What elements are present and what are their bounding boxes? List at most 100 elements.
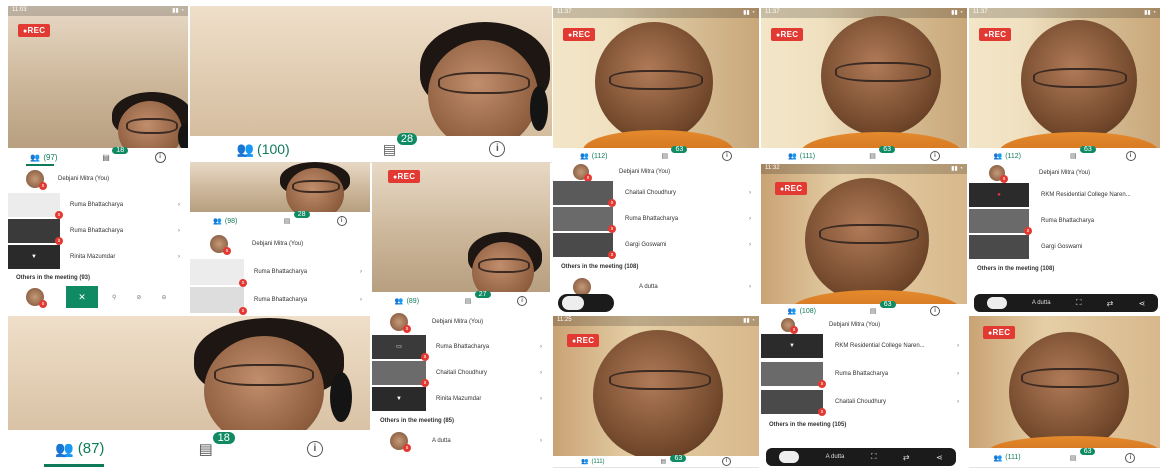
participants-tab[interactable]: 👥 (108) [788, 307, 816, 316]
participants-tab[interactable]: 👥 (111) [581, 458, 605, 466]
muted-mic-icon: s [403, 444, 411, 452]
switch-camera-icon[interactable]: ⇄ [1107, 299, 1114, 308]
fit-screen-icon[interactable]: ⛶ [1076, 298, 1082, 308]
video-tile: ▼ [372, 387, 426, 411]
chevron-right-icon: › [540, 438, 542, 444]
toggle-knob[interactable] [779, 451, 800, 463]
participant-list-s3: s Debjani Mitra (You) s Ruma Bhattachary… [190, 230, 370, 315]
list-item[interactable]: Gargi Goswami [969, 234, 1160, 260]
participants-tab[interactable]: 👥 (111) [788, 152, 815, 161]
list-item[interactable]: s ✕ ⚲ ⊘ ⊖ [8, 286, 188, 308]
video-tile: ● [969, 183, 1029, 207]
info-icon[interactable]: i [722, 457, 732, 466]
participants-tab[interactable]: 👥 (112) [993, 152, 1021, 161]
participants-tab[interactable]: 👥 (87) [55, 440, 104, 458]
participant-list-s8: s Debjani Mitra (You) ▼ RKM Residential … [761, 318, 967, 448]
list-item[interactable]: s Chaitali Choudhury › [761, 388, 967, 416]
chat-tab[interactable]: ▤ 63 [1070, 146, 1096, 160]
participant-name: Ruma Bhattacharya [625, 216, 679, 222]
chat-badge: 63 [879, 301, 896, 308]
list-item[interactable]: s Debjani Mitra (You) [761, 318, 967, 334]
list-item[interactable]: s Ruma Bhattacharya › [553, 206, 759, 233]
chat-tab[interactable]: ▤ 63 [869, 146, 895, 160]
rec-badge: REC [18, 24, 51, 37]
info-icon[interactable]: i [306, 440, 323, 457]
video-tile: s [8, 219, 63, 245]
participants-tab[interactable]: 👥 (100) [237, 141, 290, 158]
share-icon[interactable]: ⋖ [1139, 299, 1146, 308]
participants-tab[interactable]: 👥 (112) [580, 152, 608, 161]
list-item[interactable]: s Ruma Bhattacharya › [8, 192, 188, 219]
list-item[interactable]: s Chaitali Choudhury › [553, 180, 759, 207]
chat-tab[interactable]: ▤ 27 [465, 291, 491, 305]
glasses [292, 180, 340, 193]
participants-tab[interactable]: 👥 (98) [213, 217, 237, 226]
chevron-right-icon: › [749, 190, 751, 196]
list-item[interactable]: s Ruma Bhattacharya [969, 208, 1160, 235]
list-item[interactable]: ▼ Rinita Mazumdar › [8, 244, 188, 270]
toggle-knob[interactable] [986, 297, 1007, 309]
list-item[interactable]: s Ruma Bhattacharya › [761, 360, 967, 388]
chat-tab[interactable]: ▤ 63 [660, 455, 687, 465]
list-item[interactable]: ● RKM Residential College Naren... [969, 182, 1160, 208]
list-item[interactable]: ▭ s Ruma Bhattacharya › [372, 334, 550, 361]
minus-icon[interactable]: ⊖ [161, 294, 166, 301]
list-item[interactable]: ▼ RKM Residential College Naren... › [761, 332, 967, 360]
chat-icon: ▤ [283, 218, 291, 225]
info-icon[interactable]: i [929, 151, 940, 161]
chat-tab[interactable]: ▤ 28 [383, 132, 418, 158]
switch-camera-icon[interactable]: ⇄ [903, 453, 910, 462]
chevron-right-icon: › [749, 284, 751, 290]
others-heading: Others in the meeting (105) [769, 422, 847, 428]
participant-name: Gargi Goswami [1041, 244, 1083, 250]
info-icon[interactable]: i [930, 306, 941, 316]
info-icon[interactable]: i [722, 151, 733, 161]
others-heading: Others in the meeting (108) [977, 266, 1055, 272]
participant-list-s5: s Debjani Mitra (You) s Chaitali Choudhu… [553, 164, 759, 314]
info-icon[interactable]: i [1125, 452, 1136, 463]
list-item[interactable]: s Ruma Bhattacharya › [8, 218, 188, 245]
participants-icon: 👥 [788, 153, 797, 160]
chat-tab[interactable]: ▤ 28 [283, 211, 310, 225]
chat-badge: 18 [112, 146, 129, 154]
video-feed-s5: 11:37▮▮ ◔ REC [553, 8, 759, 148]
info-icon[interactable]: i [1125, 151, 1136, 161]
participants-tab[interactable]: 👥 (111) [994, 454, 1021, 462]
list-item[interactable]: s Gargi Goswami › [553, 232, 759, 259]
rec-badge: REC [388, 170, 421, 183]
list-item[interactable]: s Debjani Mitra (You) [190, 230, 370, 258]
participants-bar-s5: 👥 (112) ▤ 63 i [553, 146, 759, 165]
info-icon[interactable]: i [517, 296, 528, 306]
list-item[interactable]: s Debjani Mitra (You) [8, 166, 188, 192]
info-icon[interactable]: i [154, 151, 166, 163]
chat-tab[interactable]: ▤ 63 [1070, 447, 1096, 462]
list-item[interactable]: s Debjani Mitra (You) [969, 164, 1160, 183]
participants-bar-s8: 👥 (108) ▤ 63 i [761, 301, 967, 319]
share-icon[interactable]: ⋖ [936, 453, 943, 462]
status-bar: 11:37 ▮▮ ◔ [553, 8, 759, 18]
fit-screen-icon[interactable]: ⛶ [871, 452, 877, 462]
remove-button[interactable]: ✕ [66, 286, 98, 308]
pin-icon[interactable]: ⚲ [112, 294, 116, 301]
chat-tab[interactable]: ▤ 63 [661, 146, 688, 160]
info-icon[interactable]: i [489, 141, 506, 157]
chat-tab[interactable]: ▤ 63 [870, 301, 896, 315]
list-item[interactable]: s Ruma Bhattacharya › [190, 258, 370, 287]
video-feed-s8: 11:32▮▮ ◔ REC [761, 164, 967, 304]
participants-tab[interactable]: 👥 (97) [30, 153, 57, 162]
list-item[interactable]: s Debjani Mitra (You) [553, 164, 759, 182]
list-item[interactable]: s A dutta › [372, 430, 550, 452]
avatar: s [26, 288, 47, 308]
chat-tab[interactable]: ▤ 18 [199, 431, 235, 458]
list-item[interactable]: s Chaitali Choudhury › [372, 360, 550, 387]
toggle-pill[interactable] [558, 294, 614, 312]
video-tile: s [190, 259, 247, 287]
mic-off-icon[interactable]: ⊘ [136, 294, 141, 301]
chevron-right-icon: › [360, 269, 362, 275]
chat-tab[interactable]: ▤ 18 [102, 146, 129, 162]
list-item[interactable]: s Ruma Bhattacharya › [190, 286, 370, 315]
list-item[interactable]: ▼ Rinita Mazumdar › [372, 386, 550, 412]
info-icon[interactable]: i [336, 216, 347, 226]
list-item[interactable]: s Debjani Mitra (You) [372, 310, 550, 334]
participants-tab[interactable]: 👥 (89) [395, 297, 419, 306]
